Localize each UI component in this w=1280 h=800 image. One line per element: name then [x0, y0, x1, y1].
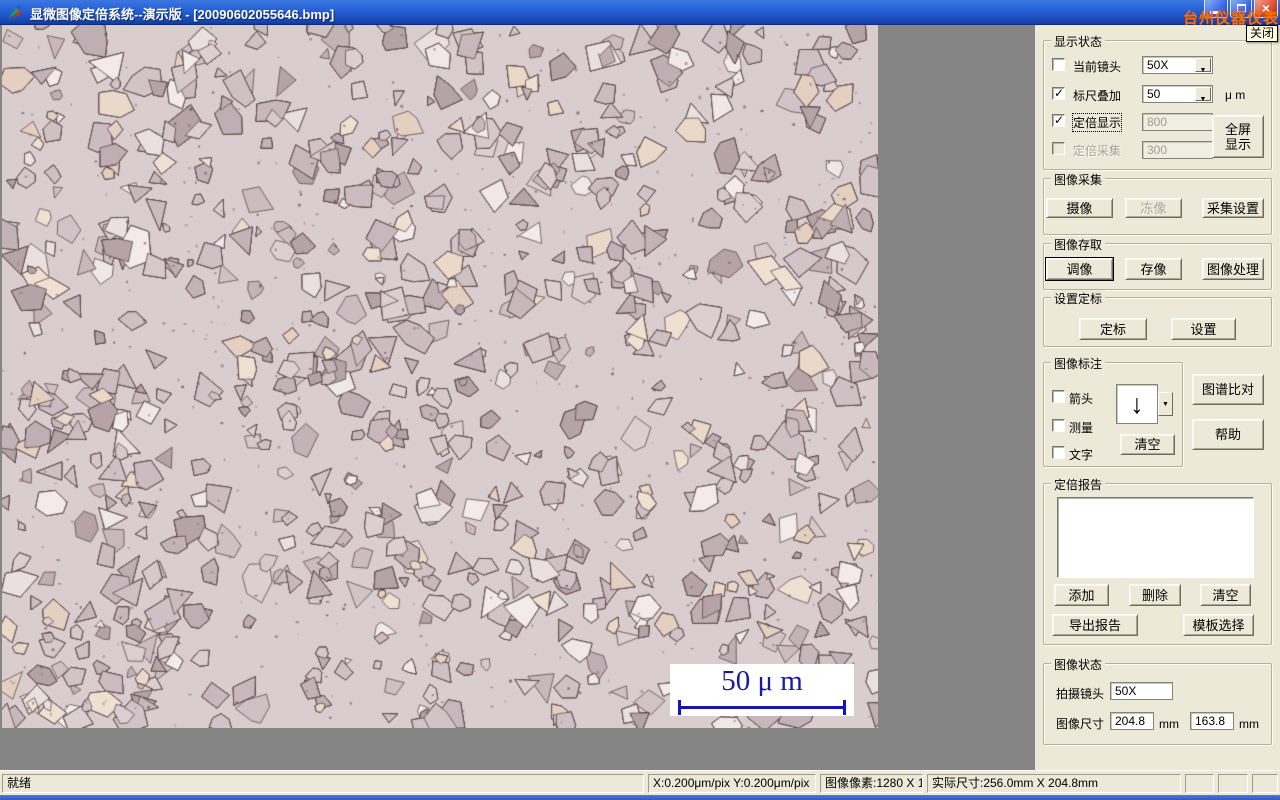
group-capture-title: 图像采集 [1051, 171, 1106, 188]
group-report-title: 定倍报告 [1051, 476, 1106, 493]
group-storage-title: 图像存取 [1051, 236, 1106, 253]
group-calibration: 设置 定标 [1043, 290, 1272, 347]
bottom-edge [0, 795, 1280, 800]
shoot-lens-value: 50X [1110, 682, 1173, 700]
group-report: 定倍报告 添加 删除 清空 导出报告 模板选择 [1043, 476, 1272, 645]
scale-bar-tick-right [843, 700, 846, 715]
image-viewport: 50 μ m [0, 25, 1035, 770]
chevron-down-icon[interactable]: ▼ [1158, 392, 1173, 416]
group-calibration-title: 设置定标 [1051, 290, 1106, 307]
fixed-capture-field: 300 [1142, 141, 1213, 159]
scale-bar-line [678, 706, 846, 709]
arrow-style-preview: ↓ [1116, 384, 1158, 424]
template-select-button[interactable]: 模板选择 [1183, 614, 1254, 636]
ruler-value-select[interactable]: 50 ▼ [1142, 85, 1213, 103]
fixed-display-field: 800 [1142, 113, 1213, 131]
scale-bar-overlay: 50 μ m [670, 664, 854, 716]
group-image-status-title: 图像状态 [1051, 656, 1106, 673]
image-width-value: 204.8 [1110, 712, 1154, 730]
close-tooltip: 关闭 [1246, 25, 1279, 42]
image-size-label: 图像尺寸 [1056, 717, 1105, 731]
report-delete-button[interactable]: 删除 [1129, 584, 1181, 606]
chevron-down-icon[interactable]: ▼ [1195, 87, 1211, 103]
report-clear-button[interactable]: 清空 [1200, 584, 1251, 606]
group-image-status: 图像状态 拍摄镜头 50X 图像尺寸 204.8 mm 163.8 mm [1043, 656, 1272, 745]
status-spare-1 [1185, 774, 1214, 793]
calibrate-button[interactable]: 定标 [1079, 318, 1147, 340]
scale-bar-tick-left [678, 700, 681, 715]
ruler-overlay-label: 标尺叠加 [1073, 89, 1122, 103]
microscope-image [2, 25, 878, 728]
text-checkbox[interactable] [1052, 446, 1065, 459]
annotation-clear-button[interactable]: 清空 [1120, 434, 1175, 455]
status-resolution: X:0.200μm/pix Y:0.200μm/pix [648, 774, 816, 793]
help-button[interactable]: 帮助 [1192, 419, 1264, 450]
ruler-overlay-checkbox[interactable] [1052, 86, 1065, 100]
current-lens-select[interactable]: 50X ▼ [1142, 56, 1213, 74]
window-title: 显微图像定倍系统--演示版 - [20090602055646.bmp] [30, 7, 335, 22]
status-actual-size: 实际尺寸:256.0mm X 204.8mm [927, 774, 1181, 793]
status-bar: 就绪 X:0.200μm/pix Y:0.200μm/pix 图像像素:1280… [0, 770, 1280, 795]
fixed-display-checkbox[interactable] [1052, 113, 1065, 127]
chevron-down-icon[interactable]: ▼ [1195, 58, 1211, 74]
image-height-value: 163.8 [1190, 712, 1234, 730]
group-annotation: 图像标注 箭头 ↓ ▼ 测量 清空 文字 [1043, 355, 1183, 467]
group-display-status-title: 显示状态 [1051, 33, 1106, 50]
shoot-lens-label: 拍摄镜头 [1056, 687, 1105, 701]
current-lens-checkbox[interactable] [1052, 58, 1065, 71]
image-height-unit: mm [1239, 717, 1259, 731]
arrow-checkbox[interactable] [1052, 390, 1065, 403]
status-ready: 就绪 [2, 774, 644, 793]
ruler-unit-label: μ m [1225, 88, 1246, 102]
save-image-button[interactable]: 存像 [1125, 258, 1182, 280]
fullscreen-button[interactable]: 全屏显示 [1212, 115, 1264, 158]
load-image-button[interactable]: 调像 [1046, 258, 1113, 280]
fixed-display-label: 定倍显示 [1071, 113, 1123, 132]
text-label: 文字 [1069, 448, 1094, 462]
title-bar: 显微图像定倍系统--演示版 - [20090602055646.bmp] × [0, 0, 1280, 25]
image-process-button[interactable]: 图像处理 [1202, 258, 1264, 280]
calibration-settings-button[interactable]: 设置 [1171, 318, 1236, 340]
export-report-button[interactable]: 导出报告 [1052, 614, 1138, 636]
measure-checkbox[interactable] [1052, 419, 1065, 432]
group-annotation-title: 图像标注 [1051, 355, 1106, 372]
freeze-button: 冻像 [1125, 198, 1182, 218]
current-lens-label: 当前镜头 [1073, 60, 1122, 74]
app-icon [8, 5, 22, 19]
fixed-capture-label: 定倍采集 [1073, 144, 1122, 158]
fixed-capture-checkbox [1052, 142, 1065, 155]
status-spare-3 [1252, 774, 1278, 793]
measure-label: 测量 [1069, 421, 1094, 435]
control-panel: 显示状态 当前镜头 50X ▼ 标尺叠加 50 ▼ μ m 定倍显示 800 定… [1035, 25, 1280, 770]
status-spare-2 [1218, 774, 1248, 793]
capture-settings-button[interactable]: 采集设置 [1202, 198, 1264, 218]
report-list[interactable] [1057, 497, 1254, 578]
arrow-style-select[interactable]: ↓ ▼ [1116, 384, 1174, 424]
report-add-button[interactable]: 添加 [1054, 584, 1109, 606]
shoot-button[interactable]: 摄像 [1046, 198, 1113, 218]
arrow-label: 箭头 [1069, 392, 1094, 406]
status-pixels: 图像像素:1280 X 1024 [820, 774, 923, 793]
atlas-compare-button[interactable]: 图谱比对 [1192, 374, 1264, 405]
image-width-unit: mm [1159, 717, 1179, 731]
scale-bar-label: 50 μ m [721, 665, 803, 697]
